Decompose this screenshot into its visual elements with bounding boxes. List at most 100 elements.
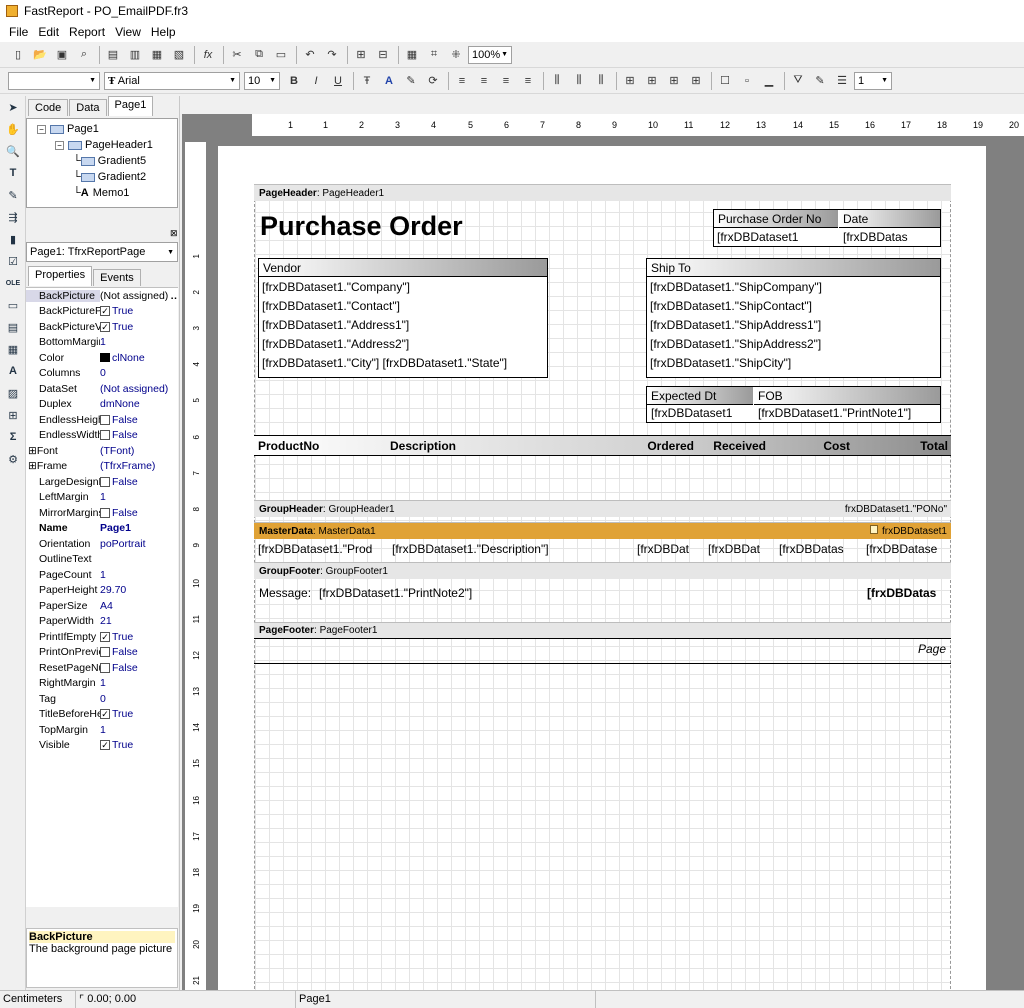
property-row[interactable]: OutlineText [26,552,178,568]
expand-icon[interactable]: − [37,124,46,134]
checkbox-icon[interactable]: ✓ [100,709,110,720]
date-label[interactable]: Date [839,210,940,228]
cut-icon[interactable]: ✂ [227,45,247,65]
align-top-icon[interactable]: ⫼ [547,71,567,91]
tab-code[interactable]: Code [28,99,69,116]
property-value[interactable]: clNone [100,352,178,364]
property-row[interactable]: ResetPageNumbers False [26,660,178,676]
property-value[interactable]: 21 [100,615,178,627]
vendor-line[interactable]: [frxDBDataset1."Company"] [262,280,544,294]
vendor-line[interactable]: [frxDBDataset1."Address1"] [262,318,544,332]
checkbox-icon[interactable] [100,430,110,441]
property-value[interactable]: False [100,414,178,426]
checkbox-icon[interactable]: ✓ [100,631,110,642]
property-row[interactable]: BackPictureVisible✓True [26,319,178,335]
col-ordered[interactable]: Ordered [630,436,694,455]
select-tool-icon[interactable]: ➤ [3,97,23,117]
property-value[interactable]: 0 [100,693,178,705]
style-select[interactable]: ▼ [8,71,100,90]
hand-tool-icon[interactable]: ✋ [3,119,23,139]
property-row[interactable]: PrintOnPreviousPage False [26,645,178,661]
frame-all-icon[interactable]: ☐ [715,71,735,91]
property-value[interactable]: Page1 [100,522,178,534]
property-row[interactable]: ⊞Font (TFont) [26,443,178,459]
zoom-tool-icon[interactable]: 🔍 [3,141,23,161]
menu-help[interactable]: Help [146,25,181,39]
property-value[interactable]: (TFont) [100,445,178,457]
tab-page1[interactable]: Page1 [107,96,154,116]
date-value[interactable]: [frxDBDatas [843,230,939,244]
shadow-icon[interactable]: ▁ [759,71,779,91]
property-row[interactable]: PrintIfEmpty ✓ True [26,629,178,645]
fit-grid-icon[interactable]: ⁜ [446,45,466,65]
expand-icon[interactable]: − [55,140,64,150]
col-description[interactable]: Description [390,436,456,455]
frame-right-icon[interactable]: ⊞ [686,71,706,91]
checkbox-icon[interactable]: ✓ [100,321,110,332]
property-row[interactable]: Duplex dmNone [26,397,178,413]
property-row[interactable]: TopMargin 1 [26,722,178,738]
property-row[interactable]: Name Page1 [26,521,178,537]
shipto-line[interactable]: [frxDBDataset1."ShipAddress1"] [650,318,936,332]
new-report-icon[interactable]: ▤ [103,45,123,65]
font-settings-icon[interactable]: Ŧ [357,71,377,91]
font-size-select[interactable]: 10 ▼ [244,71,280,90]
rotate-icon[interactable]: ⟳ [423,71,443,91]
expected-date-value[interactable]: [frxDBDataset1 [651,406,751,420]
menu-edit[interactable]: Edit [33,25,64,39]
property-value[interactable]: (Not assigned)… [100,289,178,302]
picture-tool-icon[interactable]: ▨ [3,383,23,403]
property-value[interactable]: 1 [100,336,178,348]
property-value[interactable]: poPortrait [100,538,178,550]
object-select[interactable]: Page1: TfrxReportPage ▼ [26,242,178,262]
more-tools-icon[interactable]: ⚙ [3,449,23,469]
tab-events[interactable]: Events [93,269,141,286]
property-row[interactable]: LargeDesignHeight False [26,474,178,490]
expected-date-label[interactable]: Expected Dt [647,387,753,405]
fob-label[interactable]: FOB [754,387,940,405]
property-row[interactable]: PaperSize A4 [26,598,178,614]
property-value[interactable]: False [100,429,178,441]
checkbox-icon[interactable] [100,647,110,658]
property-value[interactable]: 0 [100,367,178,379]
property-row[interactable]: Tag 0 [26,691,178,707]
band-groupfooter[interactable]: GroupFooter: GroupFooter1 [254,562,951,579]
align-grid-icon[interactable]: ⌗ [424,45,444,65]
font-color-icon[interactable]: A [379,71,399,91]
text-tool-icon[interactable]: T [3,163,23,183]
paste-icon[interactable]: ▭ [271,45,291,65]
col-total[interactable]: Total [856,436,948,455]
col-received[interactable]: Received [700,436,766,455]
property-row[interactable]: ⊞Frame (TfrxFrame) [26,459,178,475]
detail-received[interactable]: [frxDBDat [708,542,768,556]
redo-icon[interactable]: ↷ [322,45,342,65]
preview-icon[interactable]: ⌕ [74,45,94,65]
property-row[interactable]: DataSet (Not assigned) [26,381,178,397]
ellipsis-button[interactable]: … [170,290,178,302]
property-value[interactable]: 29.70 [100,584,178,596]
po-number-label[interactable]: Purchase Order No [714,210,838,228]
property-value[interactable]: A4 [100,600,178,612]
ole-tool-icon[interactable]: OLE [3,273,23,293]
bold-icon[interactable]: B [284,71,304,91]
table-tool-icon[interactable]: ▦ [3,339,23,359]
property-value[interactable]: False [100,507,178,519]
property-value[interactable]: dmNone [100,398,178,410]
tab-data[interactable]: Data [69,99,107,116]
tree-item[interactable]: └ Gradient2 [73,171,146,183]
checkbox-icon[interactable] [100,476,110,487]
property-value[interactable]: ✓ True [100,305,178,317]
checkbox-icon[interactable] [100,662,110,673]
property-value[interactable]: 1 [100,677,178,689]
checkbox-icon[interactable]: ✓ [100,306,110,317]
property-row[interactable]: Visible ✓ True [26,738,178,754]
menu-file[interactable]: File [4,25,33,39]
property-row[interactable]: BottomMargin 1 [26,335,178,351]
align-bottom-icon[interactable]: ⫼ [591,71,611,91]
property-row[interactable]: RightMargin 1 [26,676,178,692]
band-pageheader[interactable]: PageHeader: PageHeader1 [254,184,951,201]
detail-productno[interactable]: [frxDBDataset1."Prod [258,542,386,556]
align-justify-icon[interactable]: ≡ [518,71,538,91]
property-row[interactable]: PaperWidth 21 [26,614,178,630]
frame-style-icon[interactable]: ☰ [832,71,852,91]
